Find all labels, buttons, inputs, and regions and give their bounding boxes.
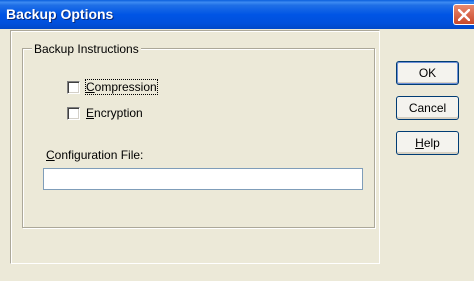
encryption-checkbox-row[interactable]: Encryption (67, 105, 143, 121)
encryption-label[interactable]: Encryption (86, 106, 143, 120)
compression-label[interactable]: Compression (85, 79, 158, 95)
group-legend: Backup Instructions (32, 42, 141, 56)
backup-instructions-group (22, 48, 375, 228)
encryption-label-text: ncryption (94, 106, 143, 120)
help-label-text: elp (423, 136, 440, 150)
configuration-file-label: Configuration File: (46, 148, 143, 162)
compression-mnemonic: C (86, 80, 95, 94)
compression-checkbox[interactable] (67, 80, 80, 94)
config-label-text: onfiguration File: (54, 148, 144, 162)
help-mnemonic: H (415, 136, 424, 150)
cancel-button[interactable]: Cancel (396, 96, 459, 120)
compression-label-text: ompression (94, 80, 157, 94)
config-mnemonic: C (46, 148, 55, 162)
window-title: Backup Options (6, 6, 114, 22)
close-button[interactable] (453, 4, 474, 25)
encryption-mnemonic: E (86, 106, 95, 120)
help-button[interactable]: Help (396, 131, 459, 155)
ok-button[interactable]: OK (396, 61, 459, 85)
title-bar: Backup Options (0, 0, 474, 29)
encryption-checkbox[interactable] (67, 106, 80, 120)
configuration-file-input[interactable] (43, 168, 363, 190)
compression-checkbox-row[interactable]: Compression (67, 79, 158, 95)
close-icon (458, 9, 470, 21)
